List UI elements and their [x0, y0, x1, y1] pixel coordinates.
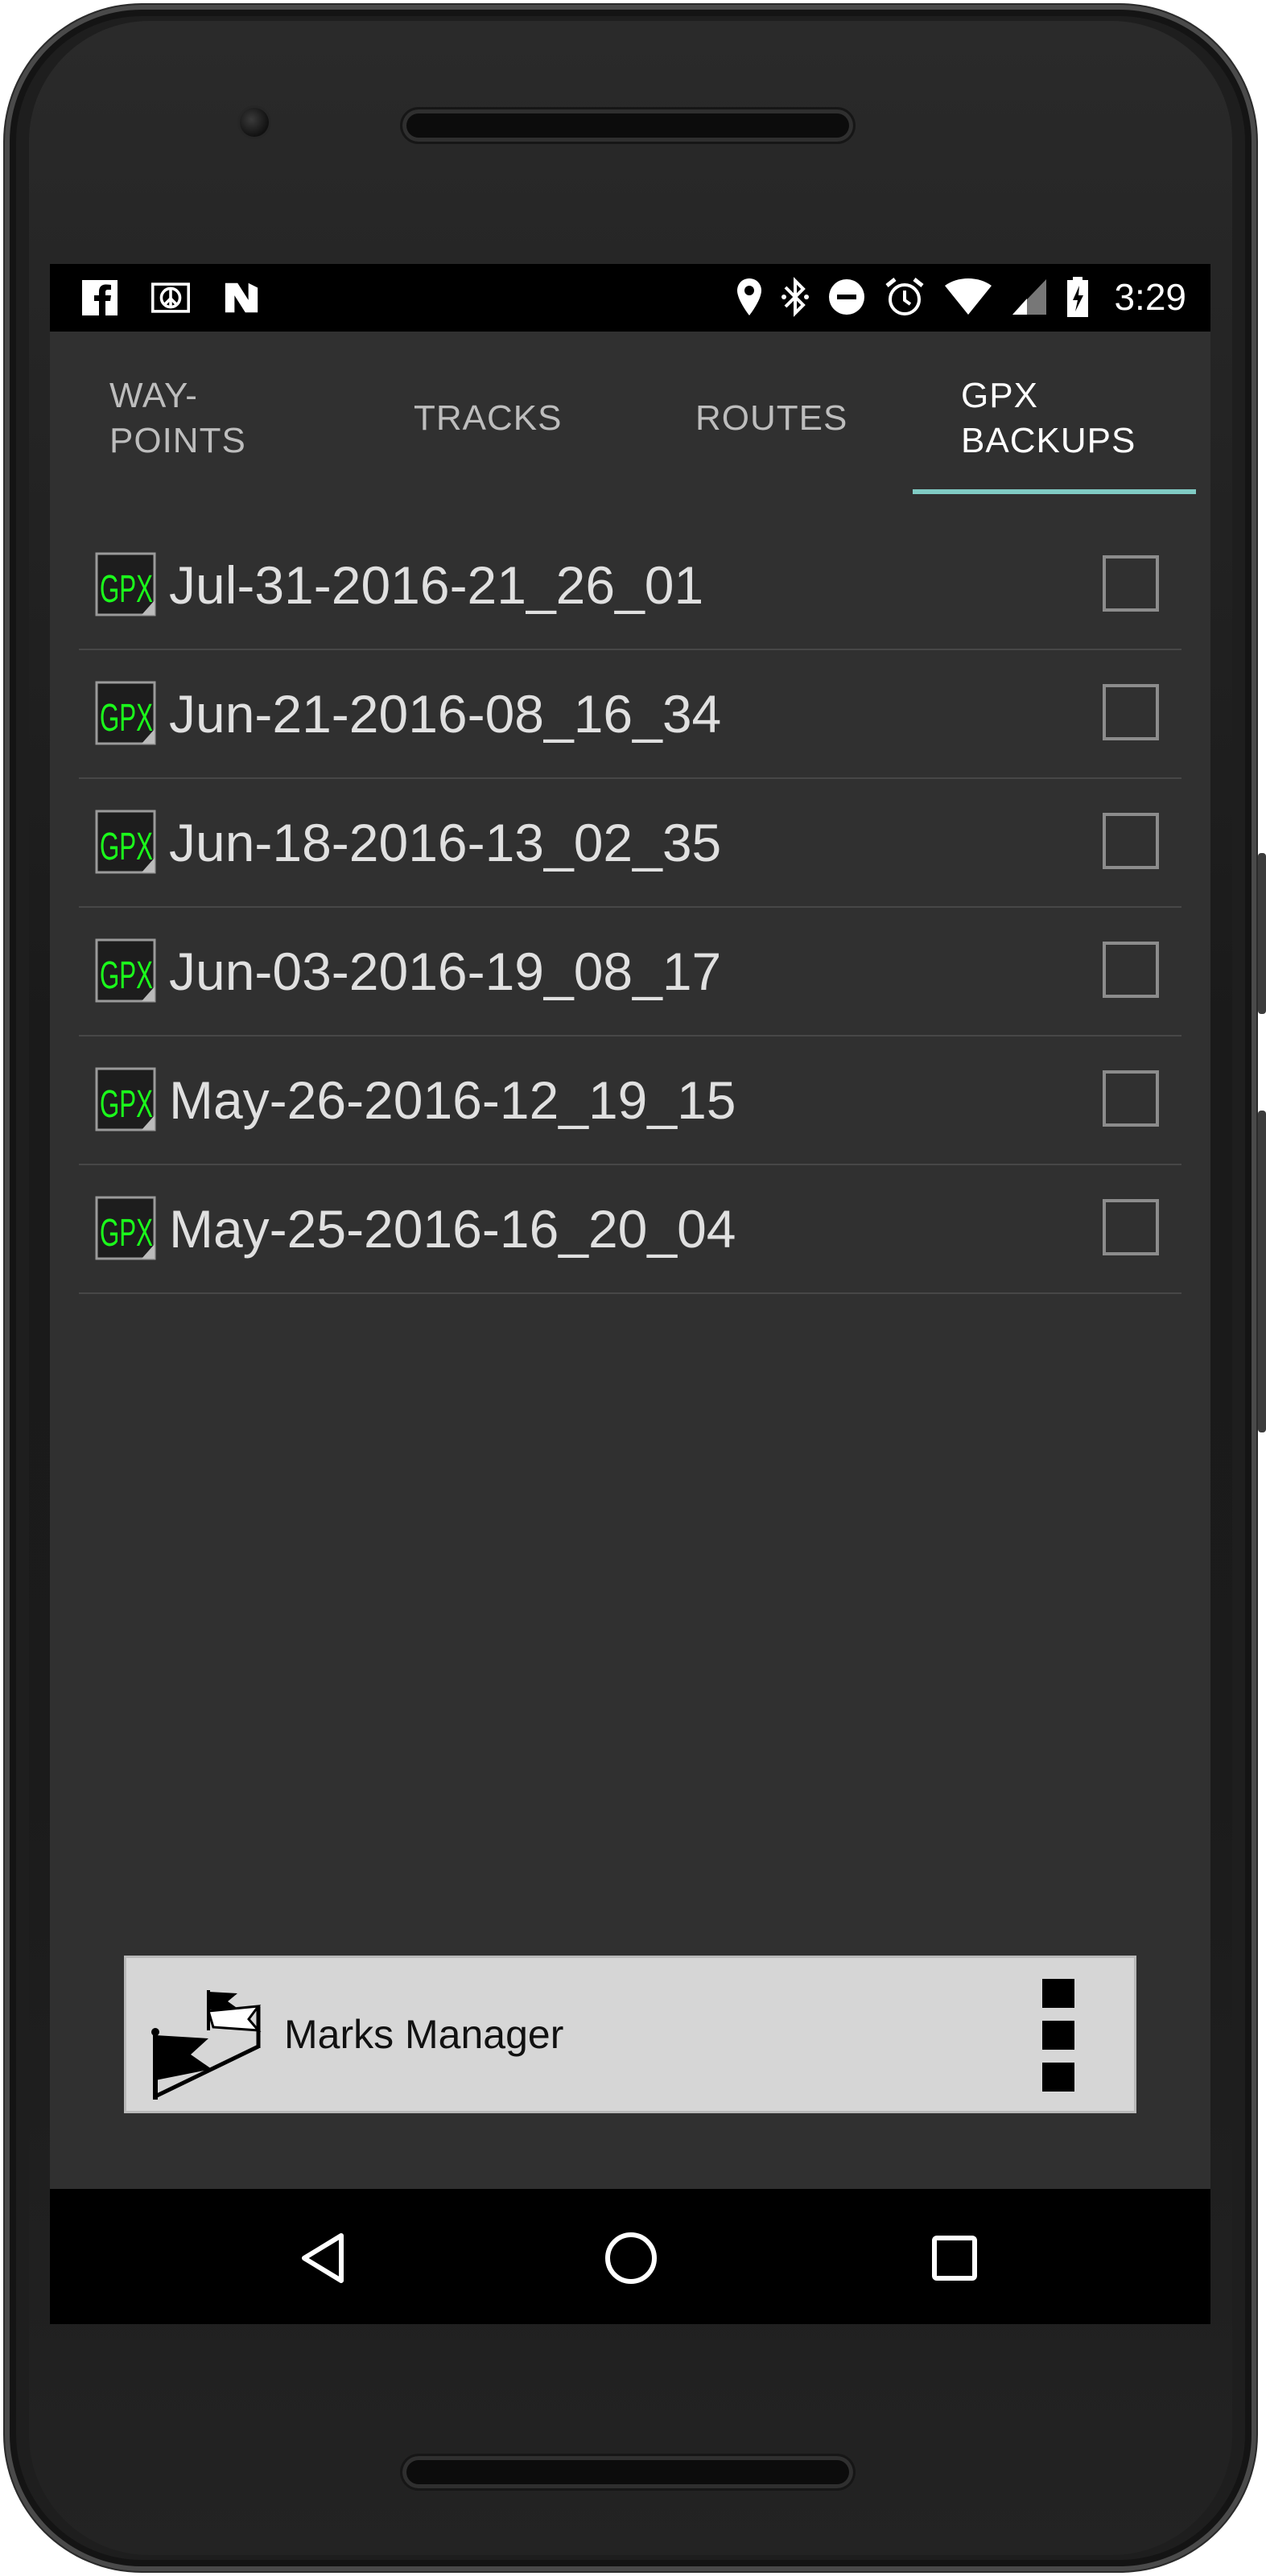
backup-checkbox[interactable] [1103, 813, 1159, 869]
backup-name: Jun-21-2016-08_16_34 [169, 684, 722, 744]
list-item[interactable]: GPX Jun-18-2016-13_02_35 [79, 779, 1181, 908]
svg-text:GPX: GPX [100, 826, 153, 868]
tab-routes[interactable]: ROUTES [695, 332, 905, 505]
app-bar: Marks Manager [124, 1956, 1136, 2113]
tab-waypoints[interactable]: WAY- POINTS [109, 332, 351, 505]
tab-gpx-backups[interactable]: GPX BACKUPS [961, 332, 1202, 505]
back-icon[interactable] [291, 2226, 356, 2290]
list-item[interactable]: GPX Jun-21-2016-08_16_34 [79, 650, 1181, 779]
backup-checkbox[interactable] [1103, 684, 1159, 740]
gpx-backup-list: GPX Jul-31-2016-21_26_01 GPX Jun-21-2016… [79, 521, 1181, 1294]
list-item[interactable]: GPX Jul-31-2016-21_26_01 [79, 521, 1181, 650]
n-app-icon [222, 278, 261, 317]
list-item[interactable]: GPX May-25-2016-16_20_04 [79, 1165, 1181, 1294]
svg-text:GPX: GPX [100, 1212, 153, 1255]
overflow-menu-icon[interactable] [1042, 1979, 1074, 2092]
list-item[interactable]: GPX Jun-03-2016-19_08_17 [79, 908, 1181, 1037]
volume-button [1258, 853, 1266, 1014]
backup-name: Jun-18-2016-13_02_35 [169, 813, 722, 872]
gpx-file-icon: GPX [95, 1067, 156, 1131]
front-camera [240, 108, 269, 137]
backup-checkbox[interactable] [1103, 942, 1159, 998]
app-title: Marks Manager [284, 2012, 564, 2057]
backup-checkbox[interactable] [1103, 1070, 1159, 1127]
svg-text:GPX: GPX [100, 568, 153, 611]
gpx-file-icon: GPX [95, 681, 156, 745]
tab-label: WAY- [109, 376, 198, 415]
gpx-file-icon: GPX [95, 552, 156, 616]
recents-icon[interactable] [922, 2226, 987, 2290]
flags-icon [151, 1990, 262, 2100]
gpx-file-icon: GPX [95, 1196, 156, 1260]
tab-indicator [913, 489, 1196, 494]
tab-label: ROUTES [695, 398, 848, 438]
location-icon [737, 278, 762, 315]
facebook-icon [80, 278, 119, 317]
power-button [1258, 1111, 1266, 1432]
peace-icon [151, 278, 190, 317]
tab-label: TRACKS [414, 398, 563, 438]
do-not-disturb-icon [829, 279, 865, 315]
backup-checkbox[interactable] [1103, 1199, 1159, 1255]
clock: 3:29 [1114, 276, 1186, 318]
gpx-file-icon: GPX [95, 810, 156, 874]
svg-text:GPX: GPX [100, 1083, 153, 1126]
svg-text:GPX: GPX [100, 954, 153, 997]
battery-charging-icon [1067, 277, 1089, 317]
bottom-speaker [402, 2456, 853, 2488]
tab-bar: WAY- POINTS TRACKS ROUTES GPX BACKUPS [50, 332, 1210, 509]
cell-signal-icon [1012, 279, 1047, 315]
alarm-icon [885, 278, 925, 315]
navigation-bar [50, 2189, 1210, 2324]
backup-name: Jul-31-2016-21_26_01 [169, 555, 704, 615]
home-icon[interactable] [599, 2226, 663, 2290]
bluetooth-icon [781, 277, 810, 317]
wifi-icon [945, 278, 992, 315]
tab-label: GPX [961, 376, 1038, 415]
tab-label: POINTS [109, 421, 246, 460]
backup-name: May-25-2016-16_20_04 [169, 1199, 736, 1259]
top-speaker [402, 109, 853, 142]
gpx-file-icon: GPX [95, 938, 156, 1003]
tab-tracks[interactable]: TRACKS [414, 332, 631, 505]
svg-text:GPX: GPX [100, 697, 153, 740]
backup-name: Jun-03-2016-19_08_17 [169, 942, 722, 1001]
tab-label: BACKUPS [961, 421, 1136, 460]
backup-name: May-26-2016-12_19_15 [169, 1070, 736, 1130]
backup-checkbox[interactable] [1103, 555, 1159, 612]
status-bar: 3:29 [50, 264, 1210, 332]
screen: 3:29 WAY- POINTS TRACKS ROUTES GPX BACKUPS… [50, 264, 1210, 2324]
list-item[interactable]: GPX May-26-2016-12_19_15 [79, 1037, 1181, 1165]
